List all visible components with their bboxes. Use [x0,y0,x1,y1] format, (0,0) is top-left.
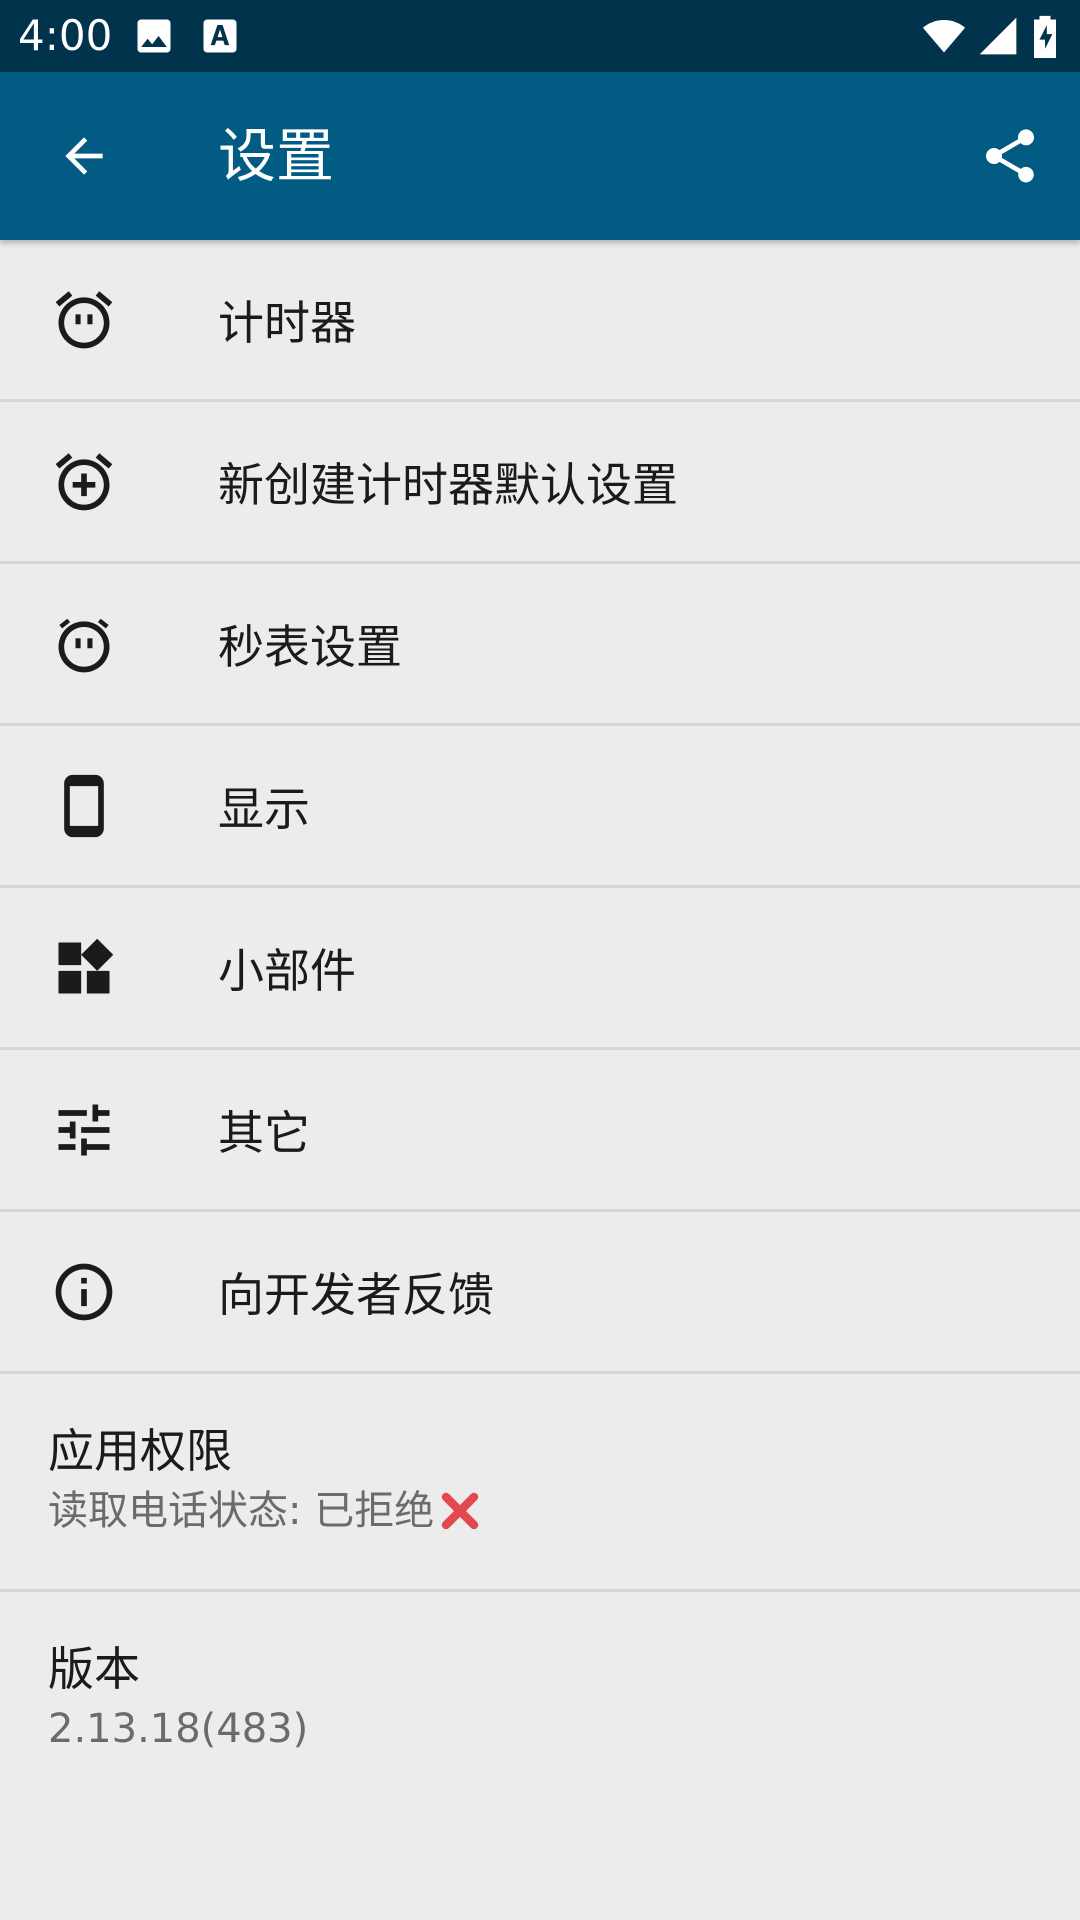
page-title: 设置 [218,122,335,190]
image-icon [132,14,176,58]
version-title: 版本 [48,1642,140,1696]
wifi-icon [922,14,966,58]
share-button[interactable] [962,112,1058,200]
info-icon [50,1258,118,1326]
settings-item-stopwatch[interactable]: 秒表设置 [0,564,1080,726]
settings-item-label: 向开发者反馈 [218,1267,494,1322]
widgets-icon [50,934,118,1002]
settings-item-label: 小部件 [218,943,356,998]
settings-item-other[interactable]: 其它 [0,1050,1080,1212]
permissions-status: 读取电话状态: 已拒绝 [48,1484,484,1538]
version-value: 2.13.18(483) [48,1706,309,1752]
battery-charging-icon [1030,14,1060,59]
settings-item-timer[interactable]: 计时器 [0,240,1080,402]
phone-icon [50,772,118,840]
settings-item-label: 显示 [218,781,310,836]
tune-icon [50,1096,118,1164]
app-bar: 设置 [0,72,1080,240]
denied-cross-icon [436,1487,484,1535]
permissions-title: 应用权限 [48,1424,232,1478]
settings-item-feedback[interactable]: 向开发者反馈 [0,1212,1080,1374]
signal-icon [976,14,1020,58]
settings-item-label: 秒表设置 [218,619,402,674]
status-bar: 4:00 [0,0,1080,72]
settings-item-widgets[interactable]: 小部件 [0,888,1080,1050]
settings-item-label: 新创建计时器默认设置 [218,457,678,512]
settings-item-display[interactable]: 显示 [0,726,1080,888]
settings-item-app-permissions[interactable]: 应用权限 读取电话状态: 已拒绝 [0,1374,1080,1592]
permissions-value: 读取电话状态: 已拒绝 [48,1488,435,1534]
text-icon [198,14,242,58]
settings-list: 计时器 新创建计时器默认设置 秒表设置 显示 小部件 其它 向开发者反馈 应用权… [0,240,1080,1807]
settings-item-label: 其它 [218,1105,310,1160]
status-time: 4:00 [18,11,113,60]
settings-item-label: 计时器 [218,295,356,350]
settings-item-new-timer-defaults[interactable]: 新创建计时器默认设置 [0,402,1080,564]
arrow-back-icon [65,137,103,175]
back-button[interactable] [40,112,128,200]
settings-item-version: 版本 2.13.18(483) [0,1592,1080,1807]
alarm-icon [50,286,118,354]
share-icon [986,129,1034,183]
stopwatch-icon [50,610,118,678]
alarm-add-icon [50,448,118,516]
